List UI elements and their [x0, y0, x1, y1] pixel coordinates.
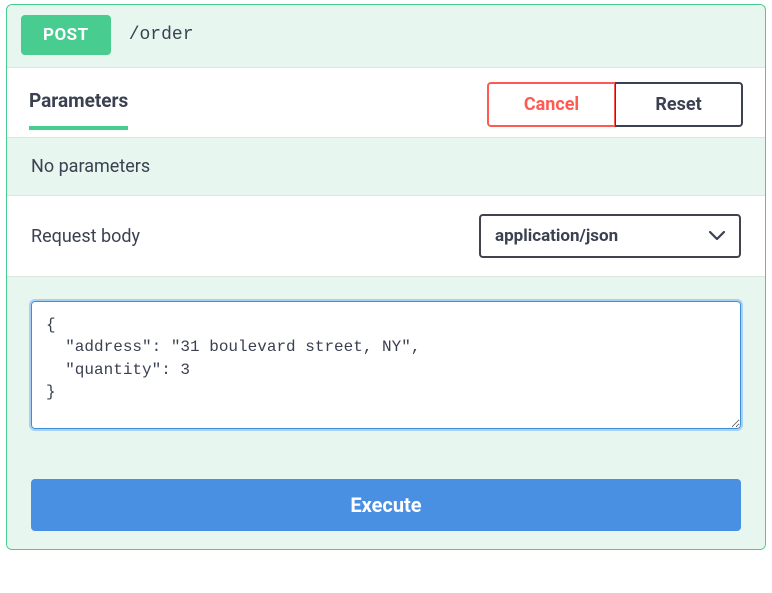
request-body-header: Request body application/json [7, 195, 765, 277]
tab-parameters[interactable]: Parameters [29, 89, 128, 130]
action-button-row: Cancel Reset [487, 82, 743, 127]
content-type-select[interactable]: application/json [479, 214, 741, 258]
request-body-label: Request body [31, 226, 140, 247]
operation-header[interactable]: POST /order [7, 5, 765, 67]
operation-panel: POST /order Parameters Cancel Reset No p… [6, 4, 766, 550]
cancel-button[interactable]: Cancel [487, 82, 615, 127]
request-body-editor[interactable] [31, 301, 741, 429]
reset-button[interactable]: Reset [615, 82, 743, 127]
http-method-badge: POST [21, 15, 111, 55]
parameters-bar: Parameters Cancel Reset [7, 67, 765, 137]
request-body-area [7, 277, 765, 445]
chevron-down-icon [709, 231, 725, 241]
content-type-value: application/json [495, 226, 618, 246]
execute-area: Execute [7, 445, 765, 549]
endpoint-path: /order [129, 25, 194, 45]
no-parameters-message: No parameters [7, 137, 765, 195]
execute-button[interactable]: Execute [31, 479, 741, 531]
